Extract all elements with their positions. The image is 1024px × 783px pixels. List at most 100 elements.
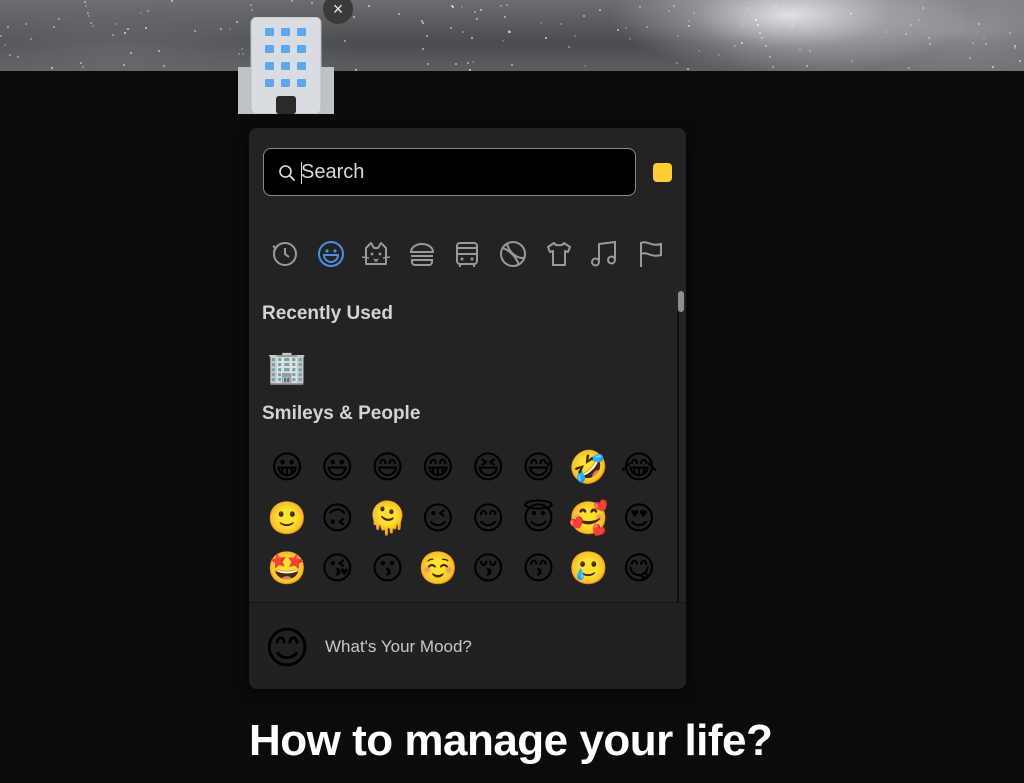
- star-dot: [717, 54, 720, 57]
- emoji-cell[interactable]: 😙: [517, 546, 561, 590]
- star-dot: [908, 67, 911, 70]
- star-dot: [8, 53, 11, 56]
- emoji-cell[interactable]: 🙂: [265, 496, 309, 540]
- emoji-cell[interactable]: 😁: [416, 445, 460, 489]
- star-dot: [311, 2, 314, 5]
- star-dot: [927, 37, 930, 40]
- emoji-picker: Recently Used 🏢 Smileys & People 😀😃😄😁😆😅🤣…: [249, 128, 686, 689]
- emoji-cell[interactable]: 🤩: [265, 546, 309, 590]
- emoji-cell[interactable]: 😉: [416, 496, 460, 540]
- ball-icon: [500, 241, 526, 267]
- star-dot: [249, 3, 252, 6]
- star-dot: [884, 31, 887, 34]
- star-dot: [24, 22, 27, 25]
- star-dot: [90, 21, 93, 24]
- category-tab-flag[interactable]: [634, 236, 666, 272]
- emoji-cell[interactable]: 😄: [366, 445, 410, 489]
- star-dot: [144, 26, 147, 29]
- search-input[interactable]: [301, 149, 621, 195]
- page-icon-building[interactable]: [238, 16, 334, 115]
- star-dot: [765, 45, 768, 48]
- star-dot: [130, 51, 133, 54]
- star-dot: [126, 27, 129, 30]
- star-dot: [228, 27, 231, 30]
- star-dot: [290, 0, 293, 2]
- star-dot: [473, 11, 476, 14]
- star-dot: [480, 8, 483, 11]
- star-dot: [771, 65, 774, 68]
- emoji-cell[interactable]: 🤣: [567, 445, 611, 489]
- star-dot: [693, 11, 696, 14]
- star-dot: [52, 26, 55, 29]
- star-dot: [467, 61, 470, 64]
- emoji-cell[interactable]: 🫠: [366, 496, 410, 540]
- star-dot: [688, 25, 691, 28]
- emoji-cell[interactable]: 😅: [517, 445, 561, 489]
- preview-label: What's Your Mood?: [325, 637, 472, 656]
- star-dot: [422, 48, 425, 51]
- emoji-cell[interactable]: 😍: [617, 496, 661, 540]
- category-tab-shirt[interactable]: [543, 236, 575, 272]
- star-dot: [81, 65, 84, 68]
- text-caret: [301, 162, 302, 184]
- emoji-cell[interactable]: 😇: [517, 496, 561, 540]
- star-dot: [139, 11, 142, 14]
- emoji-cell[interactable]: 😃: [315, 445, 359, 489]
- star-dot: [742, 22, 745, 25]
- star-dot: [984, 43, 987, 46]
- emoji-cell[interactable]: 😆: [466, 445, 510, 489]
- star-dot: [761, 37, 764, 40]
- scrollbar-thumb[interactable]: [678, 291, 684, 312]
- star-dot: [991, 65, 994, 68]
- emoji-cell[interactable]: 🏢: [265, 345, 309, 389]
- emoji-cell[interactable]: 🙃: [315, 496, 359, 540]
- search-box[interactable]: [263, 148, 636, 196]
- category-tab-cat[interactable]: [360, 236, 392, 272]
- star-dot: [583, 64, 586, 67]
- star-dot: [83, 1, 86, 4]
- star-dot: [80, 62, 83, 65]
- star-dot: [510, 64, 513, 67]
- star-dot: [668, 9, 671, 12]
- star-dot: [798, 49, 801, 52]
- category-tab-burger[interactable]: [406, 236, 438, 272]
- category-tab-bus[interactable]: [451, 236, 483, 272]
- page-title[interactable]: How to manage your life?: [249, 716, 773, 766]
- star-dot: [791, 24, 794, 27]
- star-dot: [500, 4, 503, 7]
- emoji-cell[interactable]: 🥰: [567, 496, 611, 540]
- star-dot: [502, 39, 505, 42]
- emoji-cell[interactable]: 😘: [315, 546, 359, 590]
- category-tab-music[interactable]: [588, 236, 620, 272]
- star-dot: [905, 33, 908, 36]
- emoji-cell[interactable]: ☺️: [416, 546, 460, 590]
- star-dot: [58, 18, 61, 21]
- skin-tone-selector[interactable]: [653, 163, 672, 182]
- emoji-cell[interactable]: 🥲: [567, 546, 611, 590]
- star-dot: [741, 41, 744, 44]
- emoji-cell[interactable]: 😋: [617, 546, 661, 590]
- star-dot: [427, 63, 430, 66]
- star-dot: [171, 0, 174, 3]
- emoji-list[interactable]: Recently Used 🏢 Smileys & People 😀 😃 😄 😁 😆 😅 🤣…: [249, 288, 686, 602]
- star-dot: [454, 62, 457, 65]
- star-dot: [629, 38, 631, 41]
- star-dot: [624, 27, 627, 30]
- star-dot: [461, 6, 464, 9]
- cover-image: [0, 0, 1024, 71]
- emoji-cell[interactable]: 😊: [466, 496, 510, 540]
- star-dot: [968, 56, 971, 59]
- star-dot: [573, 34, 576, 37]
- emoji-cell[interactable]: 😀: [265, 445, 309, 489]
- star-dot: [88, 14, 91, 17]
- emoji-cell[interactable]: 😗: [366, 546, 410, 590]
- building-icon: [238, 16, 334, 115]
- star-dot: [982, 36, 985, 39]
- category-tab-recent[interactable]: [269, 236, 301, 272]
- emoji-cell[interactable]: 😚: [466, 546, 510, 590]
- star-dot: [503, 16, 506, 19]
- category-tab-ball[interactable]: [497, 236, 529, 272]
- emoji-cell[interactable]: 😂: [617, 445, 661, 489]
- star-dot: [398, 13, 401, 16]
- category-tab-smiley[interactable]: [315, 236, 347, 272]
